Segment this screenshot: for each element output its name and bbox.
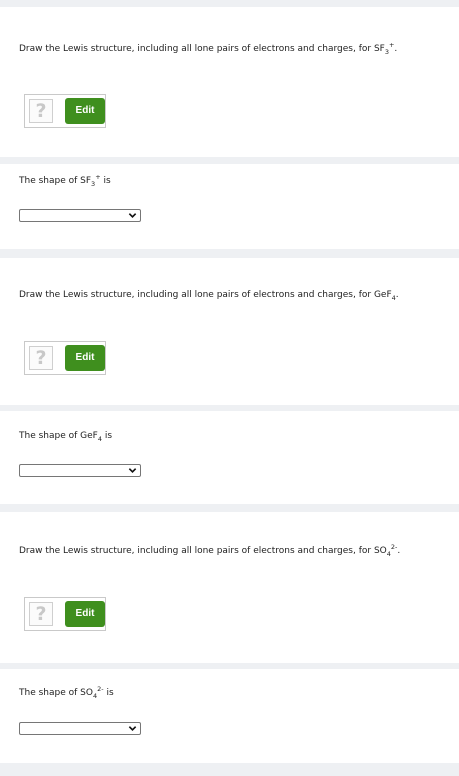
prompt-suffix: . bbox=[394, 44, 398, 54]
shape-prompt: The shape of SO42- is bbox=[19, 686, 114, 699]
shape-prompt: The shape of SF3+ is bbox=[19, 174, 111, 187]
formula: SF3+ bbox=[373, 42, 394, 55]
formula-base: SO bbox=[80, 688, 93, 698]
question-mark-icon[interactable]: ? bbox=[29, 99, 53, 123]
shape-select[interactable] bbox=[19, 722, 141, 735]
chevron-down-icon bbox=[128, 468, 137, 473]
prompt-text: Draw the Lewis structure, including all … bbox=[19, 546, 374, 556]
shape-select[interactable] bbox=[19, 209, 141, 222]
question-mark-icon[interactable]: ? bbox=[29, 346, 53, 370]
draw-panel-sf3: Draw the Lewis structure, including all … bbox=[0, 7, 459, 157]
formula-base: SF bbox=[373, 44, 385, 54]
shape-prompt: The shape of GeF4 is bbox=[19, 431, 113, 442]
prompt-text: Draw the Lewis structure, including all … bbox=[19, 290, 374, 300]
shape-panel-sf3: The shape of SF3+ is bbox=[0, 164, 459, 249]
draw-panel-gef4: Draw the Lewis structure, including all … bbox=[0, 258, 459, 405]
draw-prompt: Draw the Lewis structure, including all … bbox=[19, 42, 398, 55]
shape-suffix: is bbox=[100, 176, 111, 186]
shape-panel-so4: The shape of SO42- is bbox=[0, 669, 459, 763]
question-mark-icon[interactable]: ? bbox=[29, 602, 53, 626]
structure-editor-widget: ? Edit bbox=[24, 94, 106, 128]
structure-editor-widget: ? Edit bbox=[24, 341, 106, 375]
edit-button[interactable]: Edit bbox=[65, 345, 105, 371]
draw-panel-so4: Draw the Lewis structure, including all … bbox=[0, 512, 459, 663]
prompt-text: Draw the Lewis structure, including all … bbox=[19, 44, 374, 54]
chevron-down-icon bbox=[128, 726, 137, 731]
formula: SO42- bbox=[373, 544, 397, 557]
prompt-suffix: . bbox=[397, 546, 401, 556]
formula-base: GeF bbox=[80, 431, 98, 441]
edit-button[interactable]: Edit bbox=[65, 601, 105, 627]
formula-base: SF bbox=[80, 176, 92, 186]
chevron-down-icon bbox=[128, 213, 137, 218]
draw-prompt: Draw the Lewis structure, including all … bbox=[19, 544, 401, 557]
shape-select[interactable] bbox=[19, 464, 141, 477]
formula: GeF4 bbox=[373, 290, 396, 301]
edit-button[interactable]: Edit bbox=[65, 98, 105, 124]
formula: SO42- bbox=[80, 686, 103, 699]
shape-prefix: The shape of bbox=[19, 176, 81, 186]
shape-prefix: The shape of bbox=[19, 688, 81, 698]
formula-base: GeF bbox=[373, 290, 392, 300]
formula: SF3+ bbox=[80, 174, 100, 187]
draw-prompt: Draw the Lewis structure, including all … bbox=[19, 290, 399, 301]
prompt-suffix: . bbox=[395, 290, 399, 300]
shape-panel-gef4: The shape of GeF4 is bbox=[0, 411, 459, 504]
shape-suffix: is bbox=[103, 688, 114, 698]
formula: GeF4 bbox=[80, 431, 102, 442]
structure-editor-widget: ? Edit bbox=[24, 597, 106, 631]
shape-suffix: is bbox=[102, 431, 113, 441]
formula-base: SO bbox=[373, 546, 387, 556]
shape-prefix: The shape of bbox=[19, 431, 81, 441]
